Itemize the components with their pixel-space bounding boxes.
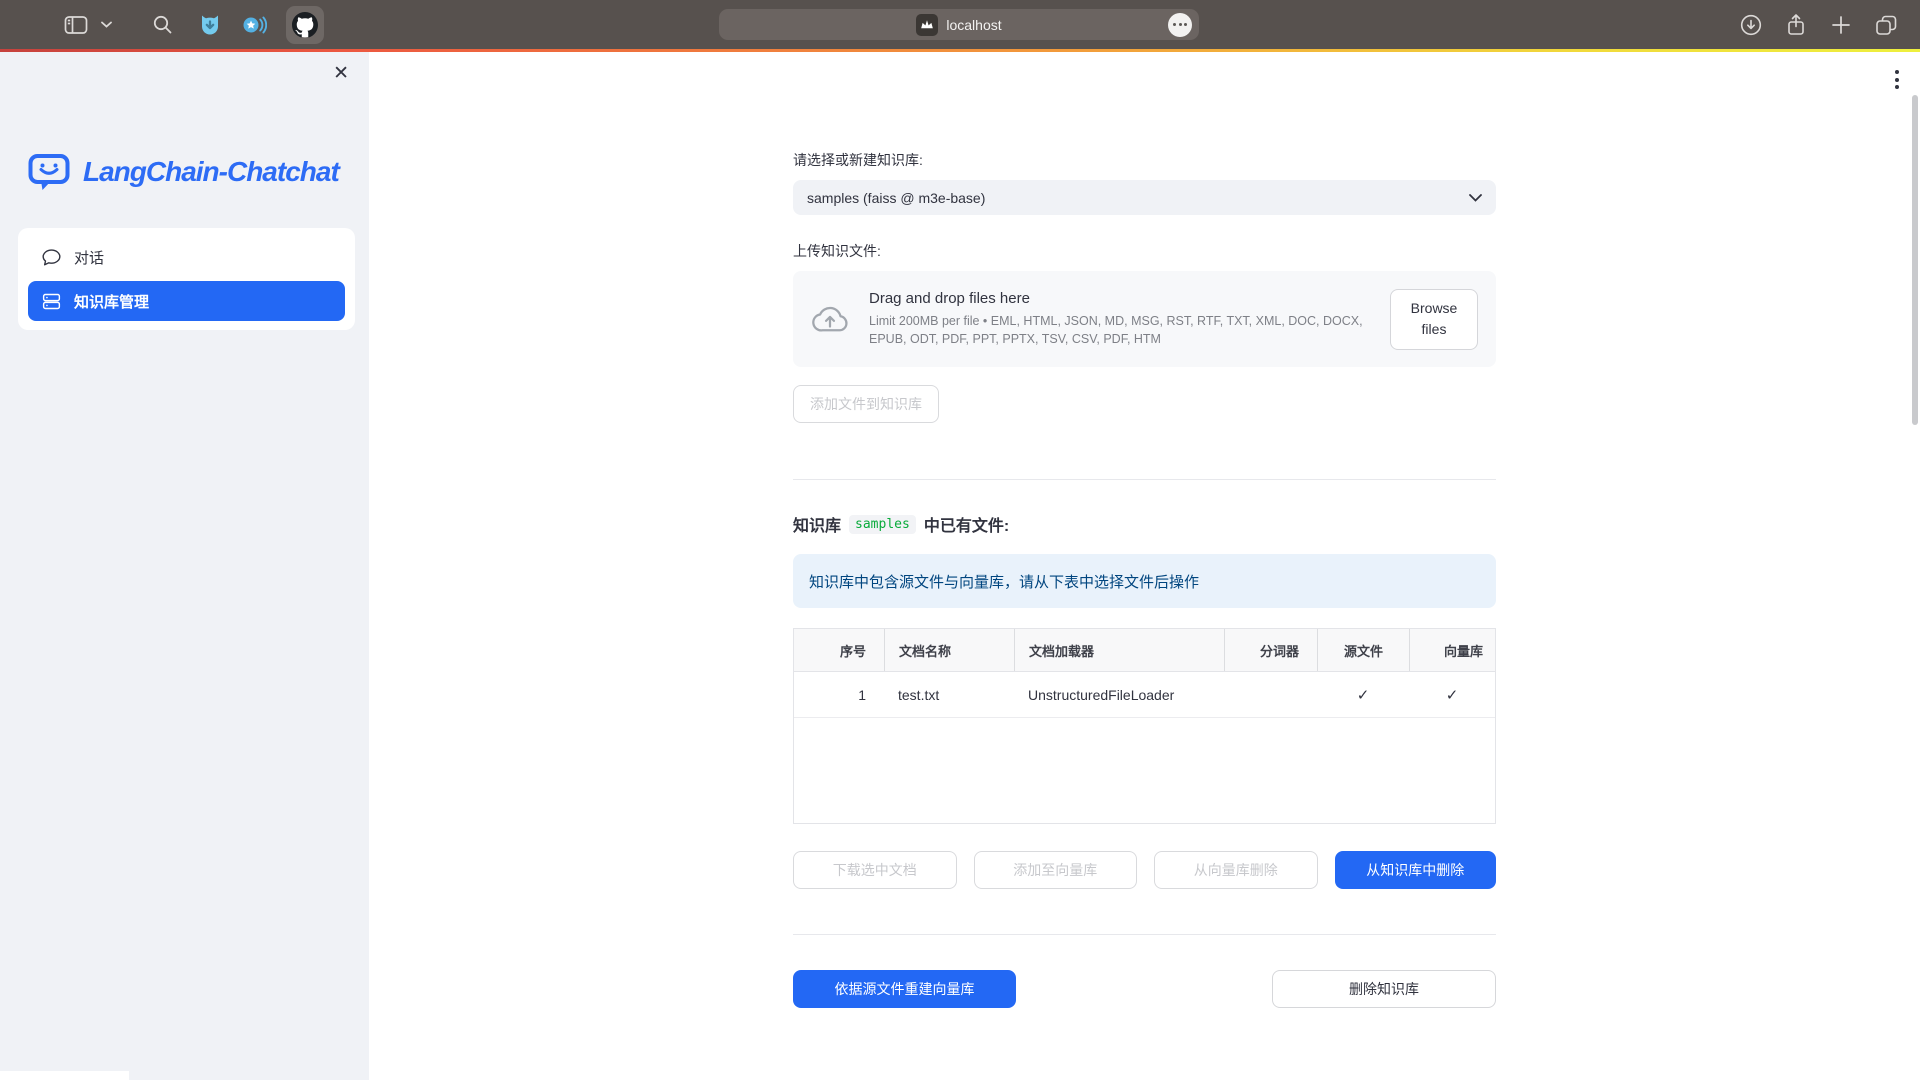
kb-select-label: 请选择或新建知识库: — [793, 150, 1496, 170]
browse-files-button[interactable]: Browse files — [1390, 289, 1478, 350]
add-files-button[interactable]: 添加文件到知识库 — [793, 385, 939, 423]
table-empty-area — [794, 718, 1495, 823]
page-content: 请选择或新建知识库: samples (faiss @ m3e-base) 上传… — [793, 52, 1496, 1008]
add-to-vector-store-button[interactable]: 添加至向量库 — [974, 851, 1138, 889]
logo-chat-bubble-icon — [28, 152, 72, 192]
address-bar[interactable]: localhost — [719, 9, 1199, 40]
app-logo: LangChain-Chatchat — [28, 152, 369, 192]
cat-extension-icon[interactable] — [192, 7, 228, 43]
table-row[interactable]: 1 test.txt UnstructuredFileLoader ✓ ✓ — [794, 672, 1495, 718]
upload-cloud-icon — [809, 303, 851, 335]
sidebar: ✕ LangChain-Chatchat 对话 知识库管理 — [0, 52, 369, 1080]
github-extension-icon[interactable] — [286, 6, 324, 44]
cell-source-check: ✓ — [1317, 672, 1409, 717]
delete-kb-button[interactable]: 删除知识库 — [1272, 970, 1496, 1008]
column-header: 序号 — [794, 629, 884, 671]
upload-label: 上传知识文件: — [793, 241, 1496, 261]
cell-vector-check: ✓ — [1409, 672, 1495, 717]
delete-from-kb-button[interactable]: 从知识库中删除 — [1335, 851, 1497, 889]
column-header: 分词器 — [1224, 629, 1317, 671]
sidebar-item-kb-management[interactable]: 知识库管理 — [28, 281, 345, 321]
downloads-icon[interactable] — [1733, 7, 1769, 43]
logo-text: LangChain-Chatchat — [83, 156, 339, 188]
rebuild-vector-store-button[interactable]: 依据源文件重建向量库 — [793, 970, 1016, 1008]
cell-index: 1 — [794, 672, 884, 717]
tab-overview-icon[interactable] — [1868, 7, 1904, 43]
sidebar-close-icon[interactable]: ✕ — [333, 64, 349, 83]
divider — [793, 934, 1496, 935]
file-uploader-dropzone[interactable]: Drag and drop files here Limit 200MB per… — [793, 271, 1496, 367]
heading-prefix: 知识库 — [793, 512, 841, 536]
bottom-left-strip — [0, 1071, 129, 1080]
new-tab-icon[interactable] — [1823, 7, 1859, 43]
browser-toolbar: localhost — [0, 0, 1920, 49]
uploader-text: Drag and drop files here Limit 200MB per… — [869, 290, 1372, 348]
kb-name-code: samples — [849, 515, 916, 534]
chat-bubble-icon — [41, 247, 62, 268]
kb-actions: 依据源文件重建向量库 删除知识库 — [793, 970, 1496, 1008]
chevron-down-icon[interactable] — [94, 7, 118, 43]
uploader-title: Drag and drop files here — [869, 290, 1372, 307]
search-icon[interactable] — [144, 7, 180, 43]
site-favicon-icon — [916, 14, 938, 36]
delete-from-vector-store-button[interactable]: 从向量库删除 — [1154, 851, 1318, 889]
cell-splitter — [1224, 672, 1317, 717]
scrollbar-thumb[interactable] — [1912, 95, 1918, 425]
cell-loader: UnstructuredFileLoader — [1014, 672, 1224, 717]
kb-select-value: samples (faiss @ m3e-base) — [807, 190, 985, 206]
chevron-down-icon — [1469, 194, 1482, 202]
sidebar-toggle-icon[interactable] — [58, 7, 94, 43]
sidebar-item-chat[interactable]: 对话 — [28, 237, 345, 277]
kb-select[interactable]: samples (faiss @ m3e-base) — [793, 180, 1496, 215]
column-header: 文档名称 — [884, 629, 1014, 671]
main-menu-icon[interactable] — [1891, 66, 1903, 93]
column-header: 源文件 — [1317, 629, 1409, 671]
sidebar-item-label: 对话 — [74, 247, 104, 268]
column-header: 向量库 — [1409, 629, 1495, 671]
files-table: 序号 文档名称 文档加载器 分词器 源文件 向量库 1 test.txt Uns… — [793, 628, 1496, 824]
extensions-menu-icon[interactable] — [1168, 13, 1192, 37]
cell-doc-name: test.txt — [884, 672, 1014, 717]
kb-files-heading: 知识库 samples 中已有文件: — [793, 512, 1496, 536]
divider — [793, 479, 1496, 480]
database-stack-icon — [41, 291, 62, 312]
main-content: 请选择或新建知识库: samples (faiss @ m3e-base) 上传… — [369, 52, 1920, 1080]
share-icon[interactable] — [1778, 7, 1814, 43]
address-bar-url: localhost — [946, 17, 1001, 33]
heading-suffix: 中已有文件: — [924, 512, 1009, 536]
uploader-hint: Limit 200MB per file • EML, HTML, JSON, … — [869, 312, 1372, 348]
sidebar-nav: 对话 知识库管理 — [18, 228, 355, 330]
download-selected-button[interactable]: 下载选中文档 — [793, 851, 957, 889]
circles-extension-icon[interactable] — [236, 7, 272, 43]
file-actions: 下载选中文档 添加至向量库 从向量库删除 从知识库中删除 — [793, 851, 1496, 889]
table-header-row: 序号 文档名称 文档加载器 分词器 源文件 向量库 — [794, 629, 1495, 672]
column-header: 文档加载器 — [1014, 629, 1224, 671]
info-alert: 知识库中包含源文件与向量库，请从下表中选择文件后操作 — [793, 554, 1496, 608]
sidebar-item-label: 知识库管理 — [74, 291, 149, 312]
